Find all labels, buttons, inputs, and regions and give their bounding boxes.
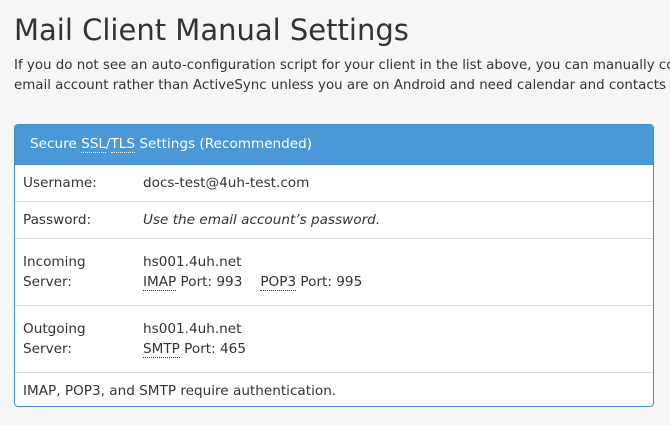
authentication-note: IMAP, POP3, and SMTP require authenticat… <box>23 383 337 399</box>
outgoing-server-value: hs001.4uh.net SMTP Port: 465 <box>143 305 653 373</box>
incoming-label-line-1: Incoming <box>23 254 86 270</box>
table-row-username: Username: docs-test@4uh-test.com <box>15 165 653 202</box>
username-label: Username: <box>15 165 143 202</box>
incoming-server-value: hs001.4uh.net IMAP Port: 993 POP3 Port: 9… <box>143 238 653 306</box>
tls-abbr[interactable]: TLS <box>110 136 136 153</box>
password-label: Password: <box>15 201 143 239</box>
imap-port: Port: 993 <box>176 274 243 290</box>
panel-heading-suffix: Settings (Recommended) <box>135 136 313 152</box>
page-title: Mail Client Manual Settings <box>14 13 409 47</box>
table-row-footnote: IMAP, POP3, and SMTP require authenticat… <box>15 373 653 407</box>
outgoing-ports: SMTP Port: 465 <box>143 339 653 359</box>
outgoing-server-label: Outgoing Server: <box>15 305 143 373</box>
outgoing-host[interactable]: hs001.4uh.net <box>143 319 653 339</box>
table-row-outgoing-server: Outgoing Server: hs001.4uh.net SMTP Port… <box>15 305 653 373</box>
ssl-abbr[interactable]: SSL <box>81 136 106 153</box>
outgoing-label-line-1: Outgoing <box>23 321 86 337</box>
username-value[interactable]: docs-test@4uh-test.com <box>143 165 653 202</box>
incoming-label-line-2: Server: <box>23 274 72 290</box>
intro-text: If you do not see an auto-configuration … <box>14 56 670 96</box>
imap-abbr[interactable]: IMAP <box>143 274 177 291</box>
settings-table: Username: docs-test@4uh-test.com Passwor… <box>15 165 653 407</box>
pop3-port: Port: 995 <box>296 274 363 290</box>
panel-heading: Secure SSL/TLS Settings (Recommended) <box>15 125 653 165</box>
outgoing-label-line-2: Server: <box>23 341 72 357</box>
table-row-password: Password: Use the email account’s passwo… <box>15 201 653 239</box>
page: Mail Client Manual Settings If you do no… <box>0 0 670 425</box>
intro-line-2: email account rather than ActiveSync unl… <box>14 78 670 93</box>
secure-settings-panel: Secure SSL/TLS Settings (Recommended) Us… <box>14 124 654 407</box>
incoming-host[interactable]: hs001.4uh.net <box>143 252 653 272</box>
smtp-port: Port: 465 <box>179 341 246 357</box>
panel-heading-sep: / <box>105 136 111 152</box>
pop3-abbr[interactable]: POP3 <box>260 274 297 291</box>
table-row-incoming-server: Incoming Server: hs001.4uh.net IMAP Port… <box>15 238 653 306</box>
password-value: Use the email account’s password. <box>143 201 653 239</box>
incoming-server-label: Incoming Server: <box>15 238 143 306</box>
intro-line-1: If you do not see an auto-configuration … <box>14 58 670 73</box>
incoming-ports: IMAP Port: 993 POP3 Port: 995 <box>143 272 653 292</box>
smtp-abbr[interactable]: SMTP <box>143 341 180 358</box>
panel-heading-prefix: Secure <box>30 136 82 152</box>
